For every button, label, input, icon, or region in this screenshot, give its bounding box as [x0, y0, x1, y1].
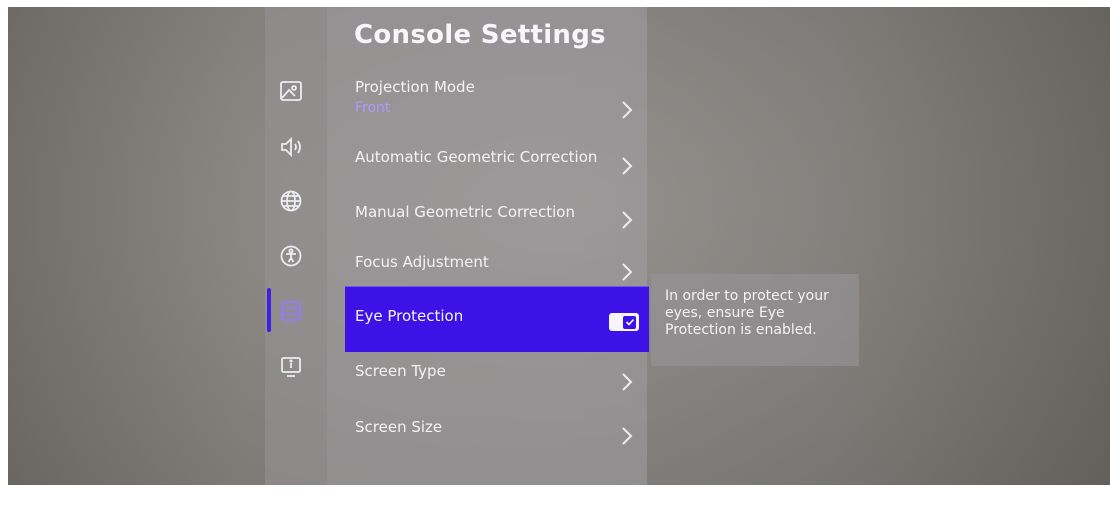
chevron-right-icon [621, 156, 633, 176]
menu-item-manual-geometric-correction[interactable]: Manual Geometric Correction [345, 194, 649, 238]
menu-item-eye-protection[interactable]: Eye Protection [345, 286, 649, 352]
menu-item-screen-size[interactable]: Screen Size [345, 410, 649, 454]
console-icon[interactable] [276, 296, 306, 326]
menu-item-label: Focus Adjustment [355, 253, 489, 271]
checkmark-icon [623, 315, 636, 329]
menu-item-projection-mode[interactable]: Projection Mode Front [345, 72, 649, 130]
chevron-right-icon [621, 372, 633, 392]
globe-icon[interactable] [276, 186, 306, 216]
sound-icon[interactable] [276, 132, 306, 162]
menu-item-label: Eye Protection [355, 307, 464, 325]
menu-item-label: Projection Mode [355, 78, 475, 96]
accessibility-icon[interactable] [276, 241, 306, 271]
menu-item-label: Automatic Geometric Correction [355, 148, 598, 166]
menu-item-value: Front [355, 100, 391, 116]
photo-border-bottom [0, 485, 1110, 513]
menu-item-automatic-geometric-correction[interactable]: Automatic Geometric Correction [345, 140, 649, 184]
photo-border-left [0, 0, 8, 513]
chevron-right-icon [621, 210, 633, 230]
menu-item-label: Screen Type [355, 362, 446, 380]
chevron-right-icon [621, 100, 633, 120]
active-category-indicator [267, 288, 271, 332]
menu-item-screen-type[interactable]: Screen Type [345, 354, 649, 398]
picture-icon[interactable] [276, 76, 306, 106]
photo-border-top [0, 0, 1110, 7]
page-title: Console Settings [354, 20, 606, 50]
menu-item-label: Manual Geometric Correction [355, 203, 575, 221]
chevron-right-icon [621, 426, 633, 446]
menu-item-focus-adjustment[interactable]: Focus Adjustment [345, 245, 649, 287]
info-screen-icon[interactable] [276, 352, 306, 382]
menu-item-label: Screen Size [355, 418, 443, 436]
help-tooltip: In order to protect your eyes, ensure Ey… [651, 274, 859, 366]
tooltip-text: In order to protect your eyes, ensure Ey… [665, 288, 829, 338]
chevron-right-icon [621, 262, 633, 282]
eye-protection-toggle[interactable] [609, 313, 639, 331]
